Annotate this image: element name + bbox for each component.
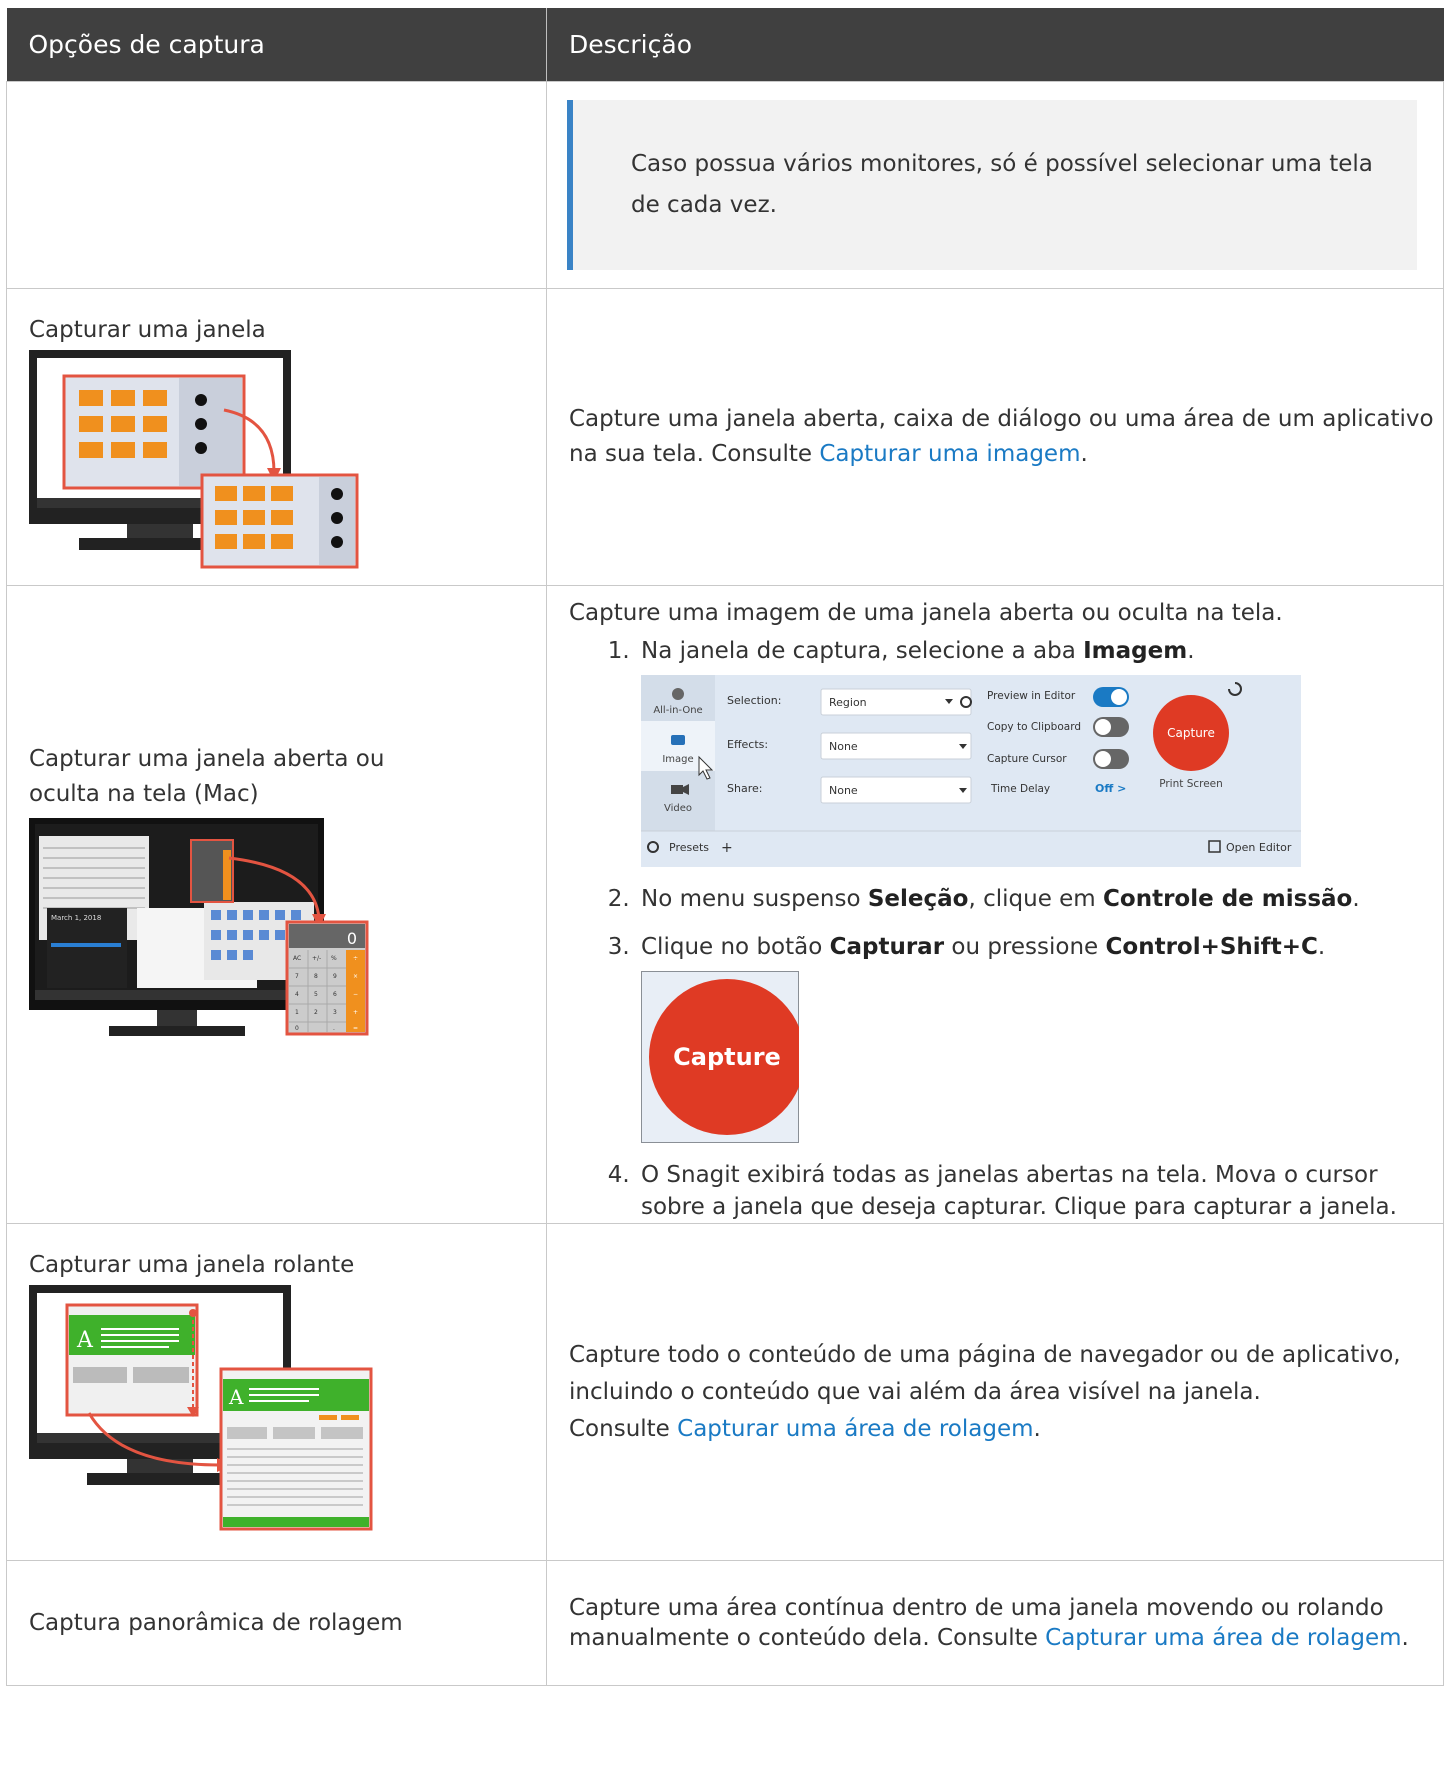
svg-text:8: 8: [314, 973, 318, 980]
table-row: Capturar uma janela Capture uma janela a…: [6, 288, 1444, 586]
svg-text:×: ×: [353, 973, 358, 980]
svg-text:0: 0: [295, 1025, 299, 1032]
option-cell: Capturar uma janela: [6, 288, 547, 586]
mac-intro: Capture uma imagem de uma janela aberta …: [569, 600, 1283, 626]
svg-text:÷: ÷: [353, 955, 358, 962]
social-icon: [195, 394, 207, 454]
add-preset-button[interactable]: +: [721, 840, 733, 856]
open-editor-button[interactable]: Open Editor: [1226, 841, 1292, 854]
option-label: Capturar uma janela: [29, 317, 266, 343]
svg-text:1: 1: [295, 1009, 299, 1016]
monitor-neck: [127, 1459, 193, 1473]
share-value: None: [829, 784, 858, 797]
document: Opções de captura Descrição Caso possua …: [6, 8, 1444, 1686]
selection-value: Region: [829, 696, 867, 709]
table-row: Capturar uma janela aberta ou oculta na …: [6, 585, 1444, 1224]
option-cell: Capturar uma janela aberta ou oculta na …: [6, 585, 547, 1224]
clipboard-label: Copy to Clipboard: [987, 721, 1081, 733]
option-label: Captura panorâmica de rolagem: [29, 1609, 403, 1636]
video-icon: [671, 785, 683, 794]
svg-text:4: 4: [295, 991, 299, 998]
option-label: Capturar uma janela rolante: [29, 1252, 355, 1278]
link-capture-scroll-area[interactable]: Capturar uma área de rolagem: [1045, 1625, 1401, 1651]
table-row: Captura panorâmica de rolagem Capture um…: [6, 1560, 1444, 1686]
description-cell: Capture todo o conteúdo de uma página de…: [546, 1223, 1444, 1561]
mac-capture-illustration: March 1, 2018 0 AC +/- % ÷ 7 8 9 × 4 5 6…: [29, 817, 369, 1036]
table-row: Capturar uma janela rolante A A Capture …: [6, 1223, 1444, 1561]
capture-button-label: Capture: [1167, 726, 1215, 740]
calculator-display: 0: [347, 929, 357, 948]
svg-text:−: −: [353, 991, 358, 998]
step-4: O Snagit exibirá todas as janelas aberta…: [637, 1159, 1443, 1223]
svg-text:March 1, 2018: March 1, 2018: [51, 914, 101, 922]
note-callout: Caso possua vários monitores, só é possí…: [567, 100, 1417, 270]
share-label: Share:: [727, 782, 762, 795]
mode-all-in-one[interactable]: All-in-One: [653, 705, 702, 716]
svg-text:+: +: [353, 1009, 358, 1016]
folder-icon: [79, 390, 167, 458]
option-cell: Capturar uma janela rolante A A: [6, 1223, 547, 1561]
capture-button-label: Capture: [673, 1043, 781, 1071]
monitor-neck: [127, 524, 193, 538]
svg-text:=: =: [353, 1025, 358, 1032]
svg-text:9: 9: [333, 973, 337, 980]
delay-label: Time Delay: [990, 783, 1050, 795]
step-1: Na janela de captura, selecione a aba Im…: [637, 635, 1443, 867]
steps-list: Na janela de captura, selecione a aba Im…: [569, 635, 1443, 1223]
svg-text:6: 6: [333, 991, 337, 998]
selection-label: Selection:: [727, 694, 781, 707]
svg-text:3: 3: [333, 1009, 337, 1016]
option-label: Capturar uma janela aberta ou oculta na …: [29, 745, 385, 807]
mode-image[interactable]: Image: [662, 754, 693, 765]
monitor-neck: [157, 1009, 197, 1028]
table-header-row: Opções de captura Descrição: [6, 8, 1444, 82]
description-cell: Capture uma imagem de uma janela aberta …: [546, 585, 1444, 1224]
step-3: Clique no botão Capturar ou pressione Co…: [637, 931, 1443, 1143]
description-cell: Caso possua vários monitores, só é possí…: [546, 81, 1444, 289]
effects-label: Effects:: [727, 738, 768, 751]
letter-a-icon: A: [228, 1385, 244, 1409]
mode-video[interactable]: Video: [664, 803, 692, 814]
description-text: incluindo o conteúdo que vai além da áre…: [569, 1378, 1261, 1405]
svg-text:%: %: [331, 955, 337, 962]
header-description: Descrição: [546, 8, 1444, 82]
description-text: Capture todo o conteúdo de uma página de…: [569, 1341, 1401, 1368]
table-row: Caso possua vários monitores, só é possí…: [6, 81, 1444, 289]
all-in-one-icon: [672, 688, 684, 700]
header-options: Opções de captura: [6, 8, 547, 82]
svg-text:AC: AC: [293, 955, 301, 962]
option-cell-empty: [6, 81, 547, 289]
svg-text:2: 2: [314, 1009, 318, 1016]
svg-text:+/-: +/-: [312, 955, 321, 962]
svg-text:5: 5: [314, 991, 318, 998]
description-cell: Capture uma área contínua dentro de uma …: [546, 1560, 1444, 1686]
capture-options-table: Opções de captura Descrição Caso possua …: [6, 8, 1444, 1686]
scrolling-capture-illustration: A A: [29, 1285, 373, 1531]
print-screen-label: Print Screen: [1159, 778, 1223, 790]
step-2: No menu suspenso Seleção, clique em Cont…: [637, 883, 1443, 915]
tab-image-name: Imagem: [1083, 638, 1188, 664]
description-cell: Capture uma janela aberta, caixa de diál…: [546, 288, 1444, 586]
camera-icon: [671, 735, 685, 745]
presets-button[interactable]: Presets: [669, 841, 709, 854]
monitor-stand: [87, 1473, 237, 1485]
option-cell: Captura panorâmica de rolagem: [6, 1560, 547, 1686]
big-capture-button-image: Capture: [641, 971, 799, 1143]
cursor-label: Capture Cursor: [987, 753, 1067, 765]
snagit-capture-window: All-in-One Image Video Selection: Region: [641, 675, 1301, 867]
window-capture-illustration: [29, 350, 359, 569]
svg-text:.: .: [333, 1025, 335, 1032]
link-capture-image[interactable]: Capturar uma imagem: [819, 441, 1080, 467]
delay-value[interactable]: Off >: [1095, 782, 1126, 795]
preview-label: Preview in Editor: [987, 690, 1076, 702]
note-text: Caso possua vários monitores, só é possí…: [631, 151, 1373, 218]
svg-text:7: 7: [295, 973, 299, 980]
monitor-stand: [109, 1025, 245, 1036]
effects-value: None: [829, 740, 858, 753]
link-capture-scroll-area[interactable]: Capturar uma área de rolagem: [677, 1416, 1033, 1442]
letter-a-icon: A: [76, 1328, 94, 1353]
